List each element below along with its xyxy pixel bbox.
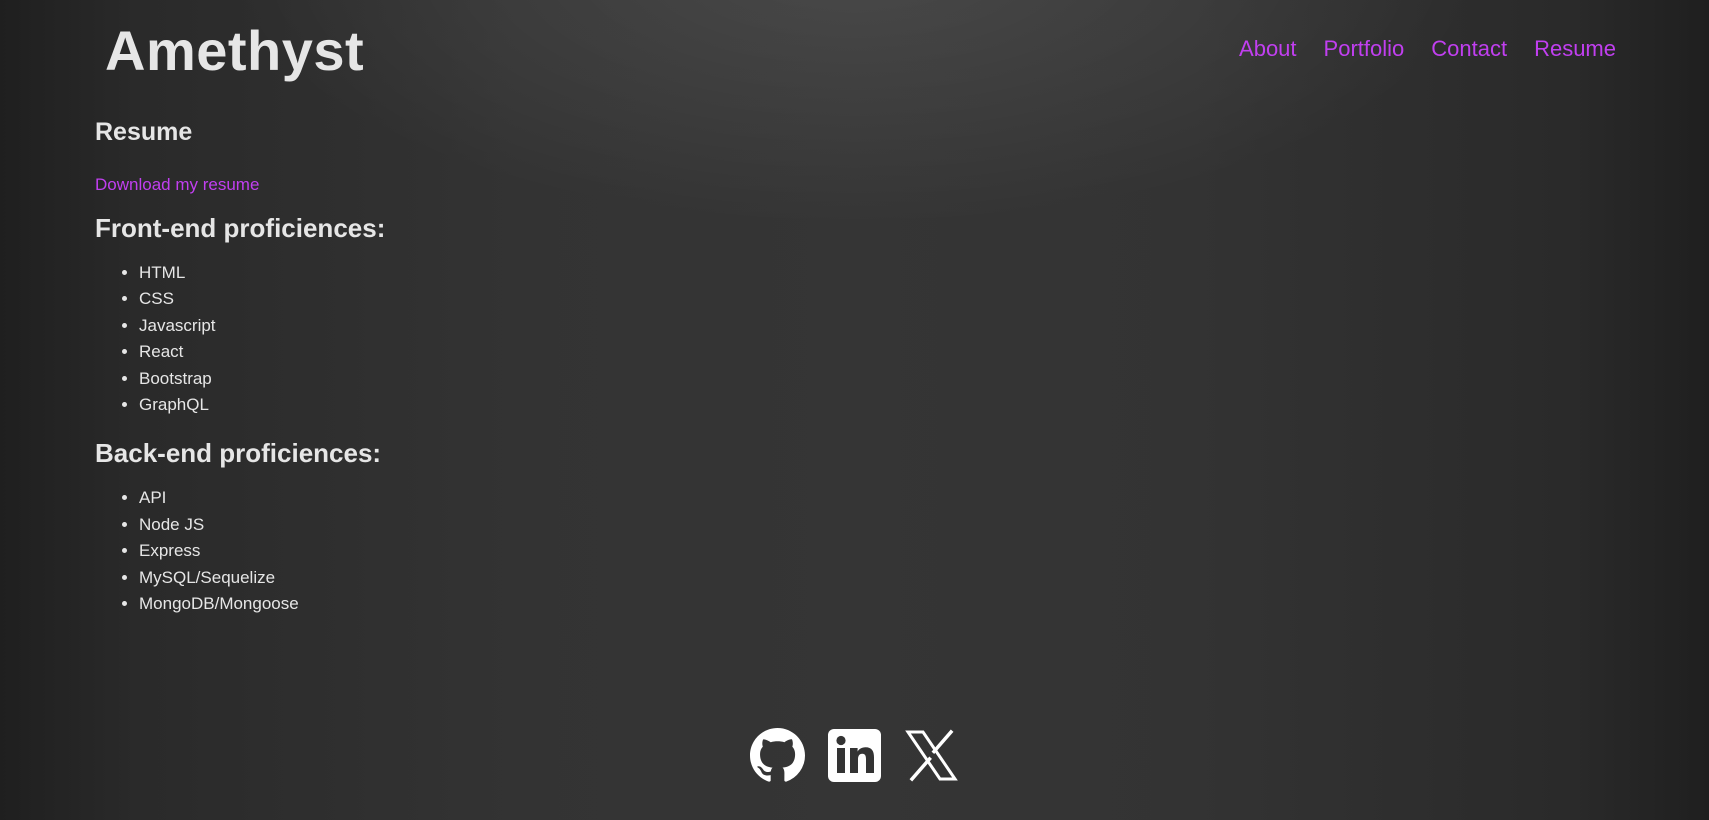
nav-link-portfolio[interactable]: Portfolio <box>1324 36 1405 62</box>
nav-link-contact[interactable]: Contact <box>1431 36 1507 62</box>
nav-link-resume[interactable]: Resume <box>1534 36 1616 62</box>
main-nav: About Portfolio Contact Resume <box>1239 36 1616 62</box>
frontend-skills-list: HTML CSS Javascript React Bootstrap Grap… <box>95 260 385 418</box>
github-icon <box>750 728 805 782</box>
list-item: CSS <box>139 286 385 312</box>
list-item: Javascript <box>139 313 385 339</box>
site-title: Amethyst <box>105 19 365 82</box>
linkedin-link[interactable] <box>827 728 882 783</box>
site-header: Amethyst About Portfolio Contact Resume <box>0 0 1709 110</box>
backend-heading: Back-end proficiences: <box>95 438 382 469</box>
download-resume-link[interactable]: Download my resume <box>95 175 259 195</box>
linkedin-icon <box>828 729 881 782</box>
list-item: React <box>139 339 385 365</box>
list-item: Express <box>139 538 385 564</box>
x-icon <box>905 729 958 782</box>
x-link[interactable] <box>904 728 959 783</box>
list-item: API <box>139 485 385 511</box>
frontend-heading: Front-end proficiences: <box>95 213 386 243</box>
list-item: Bootstrap <box>139 366 385 392</box>
nav-link-about[interactable]: About <box>1239 36 1297 62</box>
backend-skills-list: API Node JS Express MySQL/Sequelize Mong… <box>95 485 385 617</box>
list-item: GraphQL <box>139 392 385 418</box>
list-item: Node JS <box>139 512 385 538</box>
list-item: MySQL/Sequelize <box>139 565 385 591</box>
page-title: Resume <box>95 118 193 146</box>
list-item: HTML <box>139 260 385 286</box>
social-links <box>750 728 959 783</box>
list-item: MongoDB/Mongoose <box>139 591 385 617</box>
github-link[interactable] <box>750 728 805 783</box>
resume-section: Resume Download my resume Front-end prof… <box>95 118 385 617</box>
